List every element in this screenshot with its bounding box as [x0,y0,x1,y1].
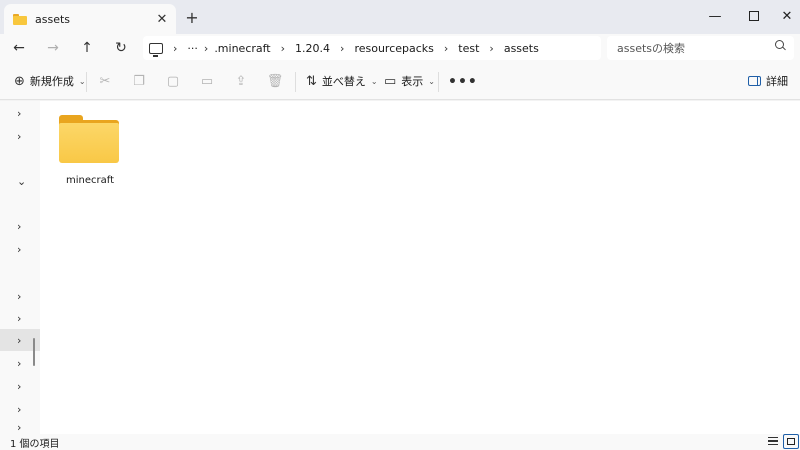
arrow-left-icon: ← [13,40,25,56]
navigation-pane[interactable]: › › ⌄ › › › › › › › › › [0,101,40,434]
breadcrumb-minecraft[interactable]: .minecraft [214,42,270,55]
close-icon: ✕ [781,8,793,24]
tiles-view-button[interactable] [783,434,799,449]
nav-expander[interactable]: › [0,238,40,260]
nav-expander[interactable]: › [0,215,40,237]
new-button[interactable]: ⊕ 新規作成 ⌄ [14,62,86,100]
title-bar: assets ✕ + — ✕ [0,0,800,34]
sort-label: 並べ替え [321,75,366,88]
delete-button[interactable]: 🗑 [266,73,284,89]
share-icon: ⇪ [235,73,247,89]
folder-icon [13,13,27,25]
trash-icon: 🗑 [266,73,284,89]
breadcrumb-test[interactable]: test [458,42,479,55]
breadcrumb-separator[interactable]: › [444,42,448,55]
arrow-up-icon: ↑ [81,40,93,56]
refresh-button[interactable]: ↻ [110,37,132,59]
breadcrumb-separator[interactable]: › [281,42,285,55]
folder-label: minecraft [65,175,114,186]
sort-icon: ⇅ [306,73,317,89]
item-count: 1 個の項目 [10,439,60,450]
view-label: 表示 [401,75,424,88]
sort-button[interactable]: ⇅ 並べ替え ⌄ [306,62,378,100]
details-view-icon[interactable] [768,437,778,446]
rename-button[interactable]: ▭ [199,73,215,89]
view-button[interactable]: ▭ 表示 ⌄ [384,62,435,100]
nav-expander[interactable]: › [0,102,40,124]
breadcrumb-resourcepacks[interactable]: resourcepacks [354,42,433,55]
status-bar: 1 個の項目 [0,434,800,450]
nav-scrollbar[interactable] [33,338,35,366]
breadcrumb-separator[interactable]: › [489,42,493,55]
nav-expander[interactable]: ⌄ [0,170,40,192]
nav-expander[interactable]: › [0,420,40,434]
nav-expander[interactable]: › [0,375,40,397]
clipboard-icon: ▢ [166,73,180,89]
nav-expander[interactable]: › [0,398,40,420]
command-bar: ⊕ 新規作成 ⌄ ✂ ❐ ▢ ▭ ⇪ 🗑 ⇅ 並べ替え ⌄ ▭ 表示 ⌄ •••… [0,62,800,100]
breadcrumb-separator[interactable]: › [340,42,344,55]
breadcrumb-assets[interactable]: assets [504,42,539,55]
arrow-right-icon: → [47,40,59,56]
refresh-icon: ↻ [115,40,127,56]
folder-front [59,123,119,163]
details-button[interactable]: 詳細 [748,62,788,100]
chevron-down-icon: ⌄ [428,76,435,86]
maximize-icon [749,11,759,21]
up-button[interactable]: ↑ [76,37,98,59]
tab-title: assets [35,12,71,26]
chevron-down-icon: ⌄ [78,76,86,86]
breadcrumb-separator[interactable]: › [173,42,177,55]
copy-icon: ❐ [133,73,145,89]
search-icon[interactable] [775,40,784,49]
details-pane-icon [748,76,761,86]
close-button[interactable]: ✕ [764,2,800,30]
monitor-icon [149,42,163,57]
folder-icon [59,115,119,163]
scissors-icon: ✂ [99,73,111,89]
breadcrumb-ellipsis[interactable]: ··· [187,42,198,55]
back-button[interactable]: ← [8,37,30,59]
breadcrumb-separator[interactable]: › [204,42,208,55]
share-button[interactable]: ⇪ [233,73,249,89]
rename-icon: ▭ [200,73,214,89]
paste-button[interactable]: ▢ [165,73,181,89]
details-label: 詳細 [766,75,788,88]
nav-expander[interactable]: › [0,307,40,329]
file-list[interactable]: minecraft [40,101,800,434]
chevron-down-icon: ⌄ [370,76,378,86]
new-tab-icon[interactable]: + [184,8,200,27]
minimize-icon: — [708,8,722,24]
tiles-view-icon [787,438,795,445]
monitor-icon: ▭ [384,73,397,89]
more-options-icon[interactable]: ••• [448,74,478,90]
divider [438,72,439,92]
nav-expander[interactable]: › [0,125,40,147]
forward-button[interactable]: → [42,37,64,59]
address-row: ← → ↑ ↻ › ··· › .minecraft › 1.20.4 › re… [0,34,800,62]
new-label: 新規作成 [29,75,74,88]
divider [295,72,296,92]
plus-circle-icon: ⊕ [14,73,25,89]
nav-expander[interactable]: › [0,285,40,307]
tab-assets[interactable]: assets ✕ [4,4,176,34]
address-bar[interactable]: › ··· › .minecraft › 1.20.4 › resourcepa… [143,36,601,60]
search-input[interactable] [607,36,794,60]
tab-close-icon[interactable]: ✕ [154,12,170,27]
breadcrumb-version[interactable]: 1.20.4 [295,42,330,55]
divider [86,72,87,92]
copy-button[interactable]: ❐ [131,73,147,89]
cut-button[interactable]: ✂ [97,73,113,89]
folder-item-minecraft[interactable]: minecraft [59,115,121,189]
